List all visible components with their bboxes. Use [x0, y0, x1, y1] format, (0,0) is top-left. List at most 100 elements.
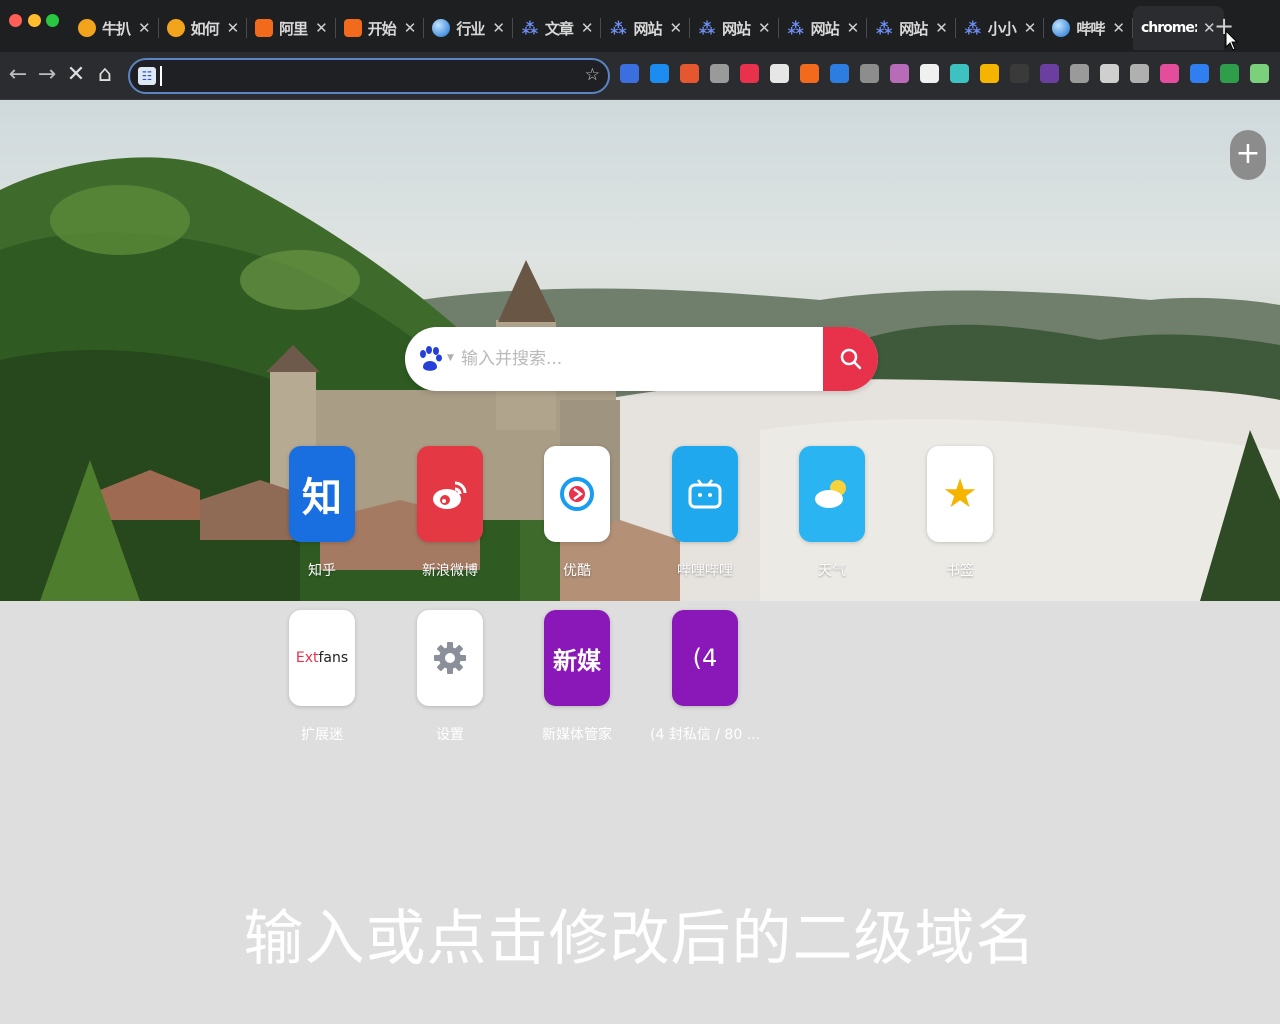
dots-icon: ⁂	[610, 18, 627, 38]
tab-5[interactable]: 行业 ✕	[424, 6, 513, 50]
close-icon[interactable]: ✕	[758, 19, 771, 37]
tab-title: 开始	[367, 19, 397, 38]
tab-12[interactable]: 哔哔 ✕	[1044, 6, 1133, 50]
shortcut-newmedia[interactable]: 新媒 新媒体管家	[522, 610, 632, 744]
messages-logo-text: (4	[692, 644, 718, 672]
close-icon[interactable]: ✕	[1112, 19, 1125, 37]
shortcut-label: 哔哩哔哩	[677, 563, 733, 579]
extension-icon[interactable]	[800, 64, 819, 83]
tab-title: 网站	[810, 19, 840, 38]
zhihu-logo-text: 知	[302, 475, 342, 521]
shortcut-label: 扩展迷	[301, 727, 343, 743]
shortcut-youku[interactable]: 优酷	[522, 446, 632, 580]
add-shortcut-button[interactable]: +	[1230, 130, 1266, 180]
extension-icon[interactable]	[710, 64, 729, 83]
close-icon[interactable]: ✕	[847, 19, 860, 37]
dots-icon: ⁂	[787, 18, 804, 38]
close-icon[interactable]: ✕	[315, 19, 328, 37]
close-icon[interactable]: ✕	[581, 19, 594, 37]
extension-icon[interactable]	[1130, 64, 1149, 83]
tab-title: 牛扒	[102, 19, 131, 38]
tab-active-newtab[interactable]: chrome: ✕	[1132, 6, 1224, 50]
extension-icon[interactable]	[1010, 64, 1029, 83]
close-icon[interactable]: ✕	[404, 19, 417, 37]
window-zoom-button[interactable]	[46, 14, 59, 27]
extension-icon[interactable]	[950, 64, 969, 83]
shortcut-bookmarks[interactable]: ★ 书签	[905, 446, 1015, 580]
tab-list: 牛扒 ✕ 如何 ✕ 阿里 ✕ 开始 ✕ 行业 ✕ ⁂ 文章 ✕ ⁂ 网站 ✕ ⁂ 网站 ✕ ⁂ 网站 ✕ …	[70, 6, 1224, 50]
tab-11[interactable]: ⁂ 小小 ✕	[956, 6, 1045, 50]
extension-icon[interactable]	[620, 64, 639, 83]
tab-title: 网站	[899, 19, 928, 38]
extension-icon[interactable]	[1250, 64, 1269, 83]
address-bar[interactable]: ☷ ☆	[128, 58, 610, 94]
close-icon[interactable]: ✕	[669, 19, 682, 37]
close-icon[interactable]: ✕	[227, 19, 240, 37]
shortcut-messages[interactable]: (4 (4 封私信 / 80 ...	[650, 610, 760, 744]
shortcut-extfans[interactable]: Extfans 扩展迷	[267, 610, 377, 744]
extension-icon[interactable]	[980, 64, 999, 83]
tab-title: 哔哔	[1076, 19, 1105, 38]
bilibili-tv-icon	[672, 446, 738, 542]
extension-icon[interactable]	[1190, 64, 1209, 83]
star-glyph: ★	[942, 471, 978, 517]
search-icon	[840, 348, 861, 370]
extension-icon[interactable]	[1160, 64, 1179, 83]
home-button[interactable]: ⌂	[93, 61, 117, 89]
globe-icon	[432, 19, 451, 37]
tab-title: 网站	[722, 19, 751, 38]
tab-4[interactable]: 开始 ✕	[336, 6, 425, 50]
shortcut-weibo[interactable]: 新浪微博	[395, 446, 505, 580]
shortcut-settings[interactable]: 设置	[395, 610, 505, 744]
stop-button[interactable]: ✕	[64, 61, 88, 89]
tab-6[interactable]: ⁂ 文章 ✕	[513, 6, 602, 50]
extension-icon[interactable]	[680, 64, 699, 83]
tab-10[interactable]: ⁂ 网站 ✕	[867, 6, 956, 50]
extension-icon[interactable]	[770, 64, 789, 83]
extension-icon[interactable]	[920, 64, 939, 83]
shortcut-bilibili[interactable]: 哔哩哔哩	[650, 446, 760, 580]
messages-icon: (4	[672, 610, 738, 706]
window-minimize-button[interactable]	[28, 14, 41, 27]
extension-icon[interactable]	[1220, 64, 1239, 83]
extension-icon[interactable]	[830, 64, 849, 83]
close-icon[interactable]: ✕	[935, 19, 948, 37]
tab-title: 小小	[987, 19, 1017, 38]
back-button[interactable]: ←	[6, 61, 30, 89]
extension-icon[interactable]	[860, 64, 879, 83]
extension-icon[interactable]	[650, 64, 669, 83]
close-icon[interactable]: ✕	[138, 19, 151, 37]
shortcut-weather[interactable]: 天气	[777, 446, 887, 580]
video-subtitle: 输入或点击修改后的二级域名	[243, 904, 1037, 974]
weibo-icon	[417, 446, 483, 542]
tab-strip: 牛扒 ✕ 如何 ✕ 阿里 ✕ 开始 ✕ 行业 ✕ ⁂ 文章 ✕ ⁂ 网站 ✕ ⁂ 网站 ✕ ⁂ 网站 ✕ …	[0, 0, 1280, 52]
extension-icon[interactable]	[1070, 64, 1089, 83]
shortcut-zhihu[interactable]: 知 知乎	[267, 446, 377, 580]
globe-icon	[1052, 19, 1071, 37]
dots-icon: ⁂	[698, 18, 716, 38]
bookmark-star-icon[interactable]: ☆	[585, 65, 600, 85]
extension-icon[interactable]	[740, 64, 759, 83]
sun-icon	[166, 19, 185, 37]
window-close-button[interactable]	[9, 14, 22, 27]
tab-7[interactable]: ⁂ 网站 ✕	[601, 6, 690, 50]
tab-8[interactable]: ⁂ 网站 ✕	[690, 6, 779, 50]
engine-dropdown-icon[interactable]: ▼	[447, 353, 454, 363]
background-landscape-image: + ▼	[0, 100, 1280, 601]
close-icon[interactable]: ✕	[492, 19, 505, 37]
close-icon[interactable]: ✕	[1024, 19, 1037, 37]
bracket-icon	[255, 19, 274, 37]
forward-button[interactable]: →	[35, 61, 59, 89]
extension-icon[interactable]	[890, 64, 909, 83]
tab-9[interactable]: ⁂ 网站 ✕	[779, 6, 868, 50]
tab-2[interactable]: 如何 ✕	[159, 6, 248, 50]
bracket-icon	[343, 19, 362, 37]
extension-icon[interactable]	[1100, 64, 1119, 83]
baidu-paw-icon[interactable]	[417, 345, 443, 373]
search-button[interactable]	[823, 327, 878, 391]
extension-icon[interactable]	[1040, 64, 1059, 83]
tab-3[interactable]: 阿里 ✕	[247, 6, 336, 50]
tab-title: chrome:	[1140, 20, 1197, 36]
search-input[interactable]	[461, 337, 821, 381]
tab-1[interactable]: 牛扒 ✕	[70, 6, 159, 50]
